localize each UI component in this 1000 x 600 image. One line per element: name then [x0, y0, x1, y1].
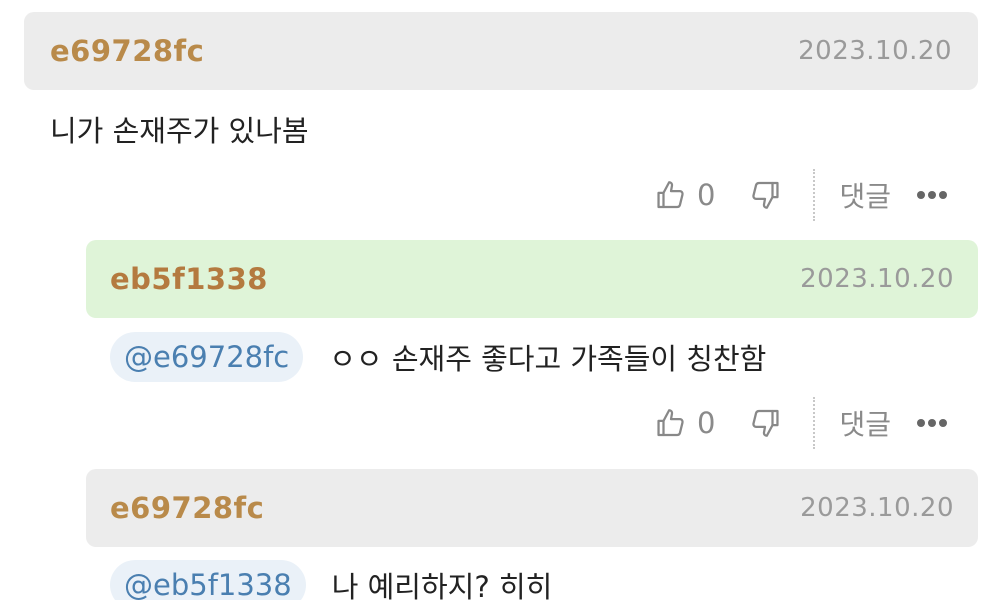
more-dots-icon[interactable]	[916, 419, 947, 427]
like-button[interactable]: 0	[655, 178, 715, 212]
reply-header: e69728fc 2023.10.20	[86, 469, 978, 547]
comment-actions: 0 댓글	[655, 396, 947, 450]
mention-tag[interactable]: @eb5f1338	[110, 560, 306, 600]
comment-text: 나 예리하지? 히히	[331, 570, 553, 600]
like-button[interactable]: 0	[655, 406, 715, 440]
comment-author[interactable]: e69728fc	[50, 34, 204, 68]
reply-body: @e69728fc ㅇㅇ 손재주 좋다고 가족들이 칭찬함	[110, 332, 766, 382]
like-count: 0	[697, 406, 716, 440]
reply-button[interactable]: 댓글	[839, 403, 891, 443]
comment-date: 2023.10.20	[800, 264, 954, 294]
like-count: 0	[697, 178, 716, 212]
thumbs-up-icon	[655, 178, 689, 212]
reply-header: eb5f1338 2023.10.20	[86, 240, 978, 318]
dislike-button[interactable]	[747, 178, 781, 212]
mention-tag[interactable]: @e69728fc	[110, 332, 304, 382]
comment-author[interactable]: eb5f1338	[110, 262, 268, 296]
comment-actions: 0 댓글	[655, 168, 947, 222]
thumbs-down-icon	[747, 406, 781, 440]
thumbs-up-icon	[655, 406, 689, 440]
action-divider	[813, 169, 816, 221]
comment-body: 니가 손재주가 있나봄	[50, 104, 309, 154]
reply-body: @eb5f1338 나 예리하지? 히히	[110, 560, 552, 600]
thumbs-down-icon	[747, 178, 781, 212]
more-dots-icon[interactable]	[916, 191, 947, 199]
comment-author[interactable]: e69728fc	[110, 491, 264, 525]
comment-text: 니가 손재주가 있나봄	[50, 114, 309, 148]
comment-date: 2023.10.20	[798, 36, 952, 66]
dislike-button[interactable]	[747, 406, 781, 440]
comment-thread: e69728fc 2023.10.20 니가 손재주가 있나봄 0 댓글 eb5…	[0, 0, 1000, 600]
comment-header: e69728fc 2023.10.20	[24, 12, 978, 90]
comment-text: ㅇㅇ 손재주 좋다고 가족들이 칭찬함	[329, 342, 767, 376]
action-divider	[813, 397, 816, 449]
comment-date: 2023.10.20	[800, 493, 954, 523]
reply-button[interactable]: 댓글	[839, 175, 891, 215]
